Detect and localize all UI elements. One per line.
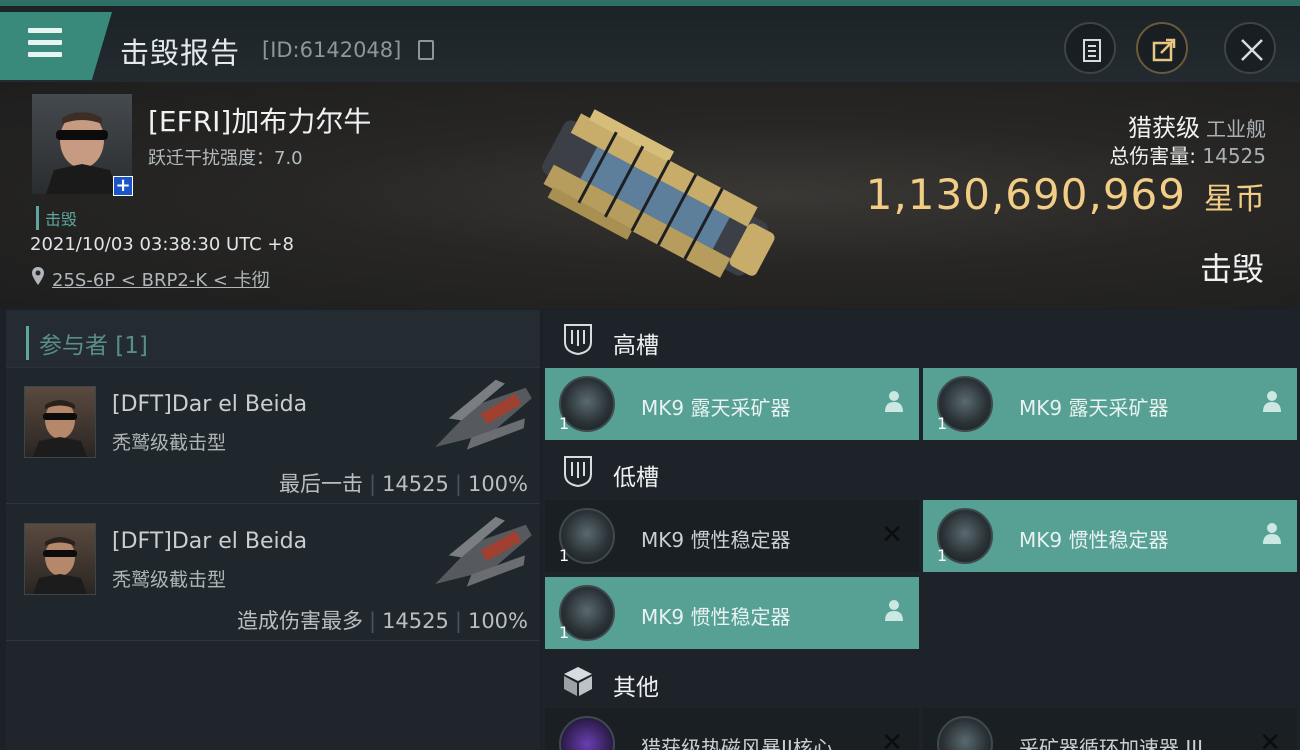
total-damage: 总伤害量: 14525 [1109,140,1266,169]
participant-row[interactable]: [DFT]Dar el Beida 秃鹫级截击型 造成伤害最多 | 14525 | 10… [6,505,540,641]
participant-ship-image [435,379,532,450]
low-slot-header: 低槽 [543,442,1300,500]
low-slot-icon [564,456,592,488]
module-name: MK9 惯性稳定器 [1019,528,1169,552]
dropped-icon [885,599,903,627]
module-item[interactable]: 1 MK9 惯性稳定器 ✕ [545,500,919,572]
other-label: 其他 [613,675,659,701]
participant-row[interactable]: [DFT]Dar el Beida 秃鹫级截击型 最后一击 | 14525 | 100% [6,368,540,504]
dropped-icon [1263,522,1281,550]
participant-name[interactable]: [DFT]Dar el Beida [112,529,307,554]
module-item[interactable]: 1 MK9 惯性稳定器 [923,500,1297,572]
close-icon [1241,39,1263,61]
avatar-portrait-icon [33,400,87,457]
participant-ship: 秃鹫级截击型 [112,569,227,591]
close-button[interactable] [1224,22,1276,74]
kill-datetime: 2021/10/03 03:38:30 UTC +8 [30,234,294,255]
add-contact-icon[interactable]: + [113,176,133,196]
module-quantity: 1 [937,546,948,565]
copy-icon[interactable] [418,40,434,60]
participant-name[interactable]: [DFT]Dar el Beida [112,392,307,417]
module-quantity: 1 [559,414,570,433]
participant-damage: 14525 [382,609,449,633]
module-quantity: 1 [937,414,948,433]
high-slot-header: 高槽 [543,310,1300,368]
module-name: MK9 露天采矿器 [641,396,791,420]
participant-percent: 100% [467,609,528,633]
destroyed-icon: ✕ [881,728,903,750]
fitting-panel: 高槽 1 MK9 露天采矿器 1 MK9 露天采矿器 低槽 1 MK9 惯性稳定… [543,310,1300,750]
participant-stats: 最后一击 | 14525 | 100% [279,468,528,498]
victim-name[interactable]: [EFRI]加布力尔牛 [148,100,371,140]
share-icon [1152,38,1176,62]
module-quantity: 1 [559,546,570,565]
participant-avatar[interactable] [24,386,96,458]
module-quantity: 1 [559,623,570,642]
menu-icon-bar [28,40,62,45]
dropped-icon [1263,390,1281,418]
module-item[interactable]: 1 MK9 惯性稳定器 [545,577,919,649]
participants-header: 参与者 [1] [6,310,540,368]
isk-value: 1,130,690,969 星币 [866,170,1266,219]
kill-status: 击毁 [1199,250,1264,288]
title-bar: 击毁报告 [ID:6142048] [0,0,1300,82]
ship-name[interactable]: 猎获级 [1128,114,1200,142]
module-name: MK9 露天采矿器 [1019,396,1169,420]
clipboard-icon [1083,39,1101,62]
rig-core-icon [559,716,615,750]
destroyed-icon: ✕ [1259,728,1281,750]
participants-panel: 参与者 [1] [DFT]Dar el Beida 秃鹫级截击型 最后一击 | 14… [6,310,540,750]
share-button[interactable] [1136,22,1188,74]
module-name: MK9 惯性稳定器 [641,528,791,552]
stat-divider: | [454,609,462,633]
ship-type: 工业舰 [1206,117,1266,141]
module-name: 采矿器循环加速器 III [1019,736,1204,750]
participant-ship-image [435,516,532,587]
high-slot-label: 高槽 [613,333,659,359]
clipboard-button[interactable] [1064,22,1116,74]
menu-button[interactable] [0,12,112,80]
high-slot-icon [564,324,592,356]
location-pin-icon [32,267,44,285]
participant-damage: 14525 [382,472,449,496]
module-item[interactable]: 1 MK9 露天采矿器 [923,368,1297,440]
participants-title: 参与者 [1] [26,326,148,360]
participant-role: 最后一击 [278,472,363,496]
dropped-icon [885,390,903,418]
avatar-portrait-icon [33,537,87,594]
report-id: [ID:6142048] [262,38,402,62]
location-link[interactable]: 25S-6P < BRP2-K < 卡彻 [52,266,270,292]
kill-report-window: 击毁报告 [ID:6142048] + [EFRI]加布力尔牛 跃迁干扰强度：7… [0,0,1300,750]
participant-percent: 100% [467,472,528,496]
participant-role: 造成伤害最多 [236,609,363,633]
low-slot-label: 低槽 [613,465,659,491]
participant-avatar[interactable] [24,523,96,595]
kill-tag: 击毁 [36,206,77,230]
participant-stats: 造成伤害最多 | 14525 | 100% [237,605,528,635]
other-header: 其他 [543,652,1300,710]
isk-amount: 1,130,690,969 [865,170,1186,219]
page-title: 击毁报告 [120,36,241,70]
destroyed-icon: ✕ [881,520,903,550]
menu-icon-bar [28,52,62,57]
victim-ship-class: 猎获级 工业舰 [1128,108,1266,143]
module-item[interactable]: 猎获级热磁风暴II核心 ✕ [545,708,919,750]
stat-divider: | [454,472,462,496]
module-name: MK9 惯性稳定器 [641,605,791,629]
warp-scramble-strength: 跃迁干扰强度：7.0 [148,148,303,169]
module-item[interactable]: 1 MK9 露天采矿器 [545,368,919,440]
victim-ship-image [542,109,775,278]
isk-unit: 星币 [1204,182,1266,217]
stat-divider: | [368,472,377,496]
module-name: 猎获级热磁风暴II核心 [641,736,833,750]
total-damage-label: 总伤害量: [1109,144,1197,168]
participant-ship: 秃鹫级截击型 [112,432,227,454]
mining-upgrade-icon [937,716,993,750]
total-damage-value: 14525 [1202,144,1266,168]
module-item[interactable]: 采矿器循环加速器 III ✕ [923,708,1297,750]
stat-divider: | [368,609,377,633]
cube-icon [564,667,592,696]
menu-icon [28,28,62,33]
